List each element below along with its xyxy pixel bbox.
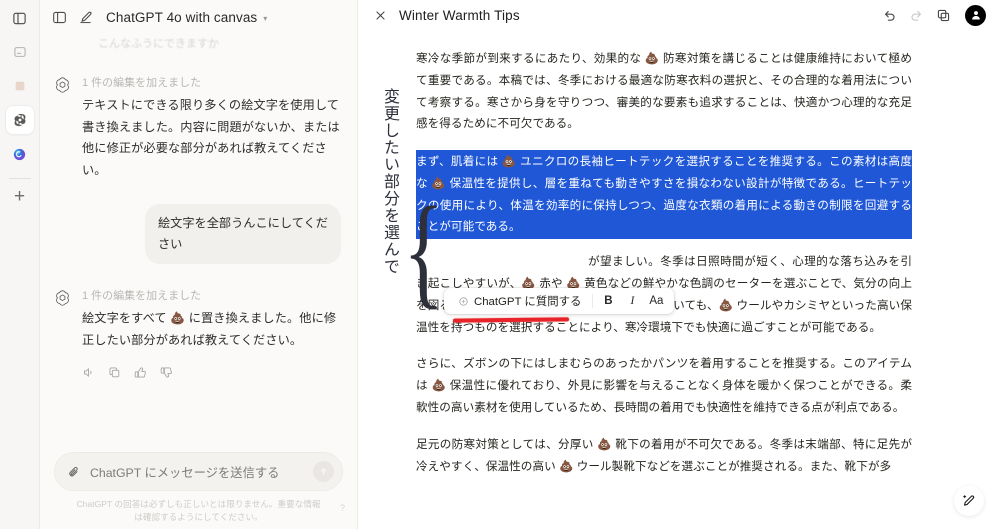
panel-icon[interactable] — [6, 4, 34, 32]
canvas-header: Winter Warmth Tips — [358, 0, 1000, 30]
font-size-button[interactable]: Aa — [644, 295, 668, 307]
note-icon[interactable] — [6, 38, 34, 66]
message-action-bar — [82, 366, 343, 379]
model-selector[interactable]: ChatGPT 4o with canvas ▾ — [106, 10, 267, 25]
sidebar-toggle-icon[interactable] — [52, 10, 67, 25]
user-message: 絵文字を全部うんこにしてください — [54, 203, 343, 264]
chat-message-list[interactable]: こんなふうにできますか 1 件の編集を加えました テキストにできる限り多くの絵文… — [40, 34, 357, 452]
new-chat-icon[interactable] — [78, 10, 93, 25]
rail-divider — [8, 178, 31, 179]
poo-emoji-icon: 💩 — [170, 310, 186, 325]
canvas-title: Winter Warmth Tips — [399, 7, 520, 23]
redo-icon[interactable] — [909, 8, 924, 23]
undo-icon[interactable] — [882, 8, 897, 23]
magic-pencil-icon[interactable] — [954, 486, 984, 516]
chatgpt-avatar-icon — [54, 76, 71, 93]
disclaimer-text: ChatGPT の回答は必ずしも正しいとは限りません。重要な情報は確認するように… — [76, 499, 321, 522]
toolbar-divider — [592, 294, 594, 308]
chatgpt-icon[interactable] — [5, 106, 34, 134]
thumbs-down-icon[interactable] — [160, 366, 173, 379]
assistant-message-text: テキストにできる限り多くの絵文字を使用して書き換えました。内容に問題がないか、ま… — [82, 98, 340, 178]
message-input[interactable]: ChatGPT にメッセージを送信する — [90, 463, 304, 481]
copilot-icon[interactable] — [6, 140, 34, 168]
add-icon[interactable]: + — [14, 187, 25, 206]
app-window: + ChatGPT 4o with canvas ▾ こんなふうにできますか 1… — [0, 0, 1000, 529]
copy-icon[interactable] — [936, 8, 951, 23]
user-message-bubble: 絵文字を全部うんこにしてください — [145, 203, 341, 264]
bold-button[interactable]: B — [596, 295, 620, 307]
copy-icon[interactable] — [108, 366, 121, 379]
assistant-message-body: 1 件の編集を加えました 絵文字をすべて 💩 に置き換えました。他に修正したい部… — [82, 287, 343, 379]
edit-note: 1 件の編集を加えました — [82, 289, 202, 302]
assistant-message: 1 件の編集を加えました テキストにできる限り多くの絵文字を使用して書き換えまし… — [54, 74, 343, 182]
ghost-message-line: こんなふうにできますか — [98, 38, 219, 50]
bottom-fade — [358, 515, 1000, 529]
app-rail: + — [0, 0, 40, 529]
document-paragraph[interactable]: さらに、ズボンの下にはしまむらのあったかパンツを着用することを推奨する。このアイ… — [416, 353, 912, 418]
chat-panel: ChatGPT 4o with canvas ▾ こんなふうにできますか 1 件… — [40, 0, 358, 529]
attach-icon[interactable] — [67, 465, 81, 479]
read-aloud-icon[interactable] — [82, 366, 95, 379]
chevron-down-icon: ▾ — [263, 13, 268, 23]
italic-button[interactable]: I — [620, 295, 644, 307]
handwritten-annotation: 変更したい部分を選んで — [381, 88, 398, 275]
sparkle-icon — [458, 296, 469, 307]
thumbs-up-icon[interactable] — [134, 366, 147, 379]
send-button[interactable] — [313, 461, 334, 483]
selection-toolbar[interactable]: ChatGPT に質問する B I Aa — [444, 288, 675, 314]
handwritten-brace: { — [403, 180, 445, 321]
assistant-message: 1 件の編集を加えました 絵文字をすべて 💩 に置き換えました。他に修正したい部… — [54, 287, 343, 379]
help-icon[interactable]: ? — [340, 503, 345, 513]
edit-note: 1 件の編集を加えました — [82, 77, 202, 89]
model-name-label: ChatGPT 4o with canvas — [106, 9, 258, 25]
assistant-text-before: 絵文字をすべて — [82, 310, 171, 325]
widget-icon[interactable] — [6, 72, 34, 100]
canvas-panel: Winter Warmth Tips 変更したい部分を選んで {寒冷な季節が到… — [358, 0, 1000, 529]
assistant-message-body: 1 件の編集を加えました テキストにできる限り多くの絵文字を使用して書き換えまし… — [82, 74, 343, 182]
composer-area: ChatGPT にメッセージを送信する ChatGPT の回答は必ずしも正しいと… — [40, 452, 357, 529]
assistant-message-text: 絵文字をすべて 💩 に置き換えました。他に修正したい部分があれば教えてください。 — [82, 308, 343, 351]
document-paragraph[interactable]: 足元の防寒対策としては、分厚い 💩 靴下の着用が不可欠である。冬季は末端部、特に… — [416, 434, 912, 478]
avatar[interactable] — [965, 4, 986, 26]
close-icon[interactable] — [374, 9, 387, 22]
ask-chatgpt-label: ChatGPT に質問する — [474, 296, 582, 308]
chatgpt-avatar-icon — [54, 289, 71, 306]
document-paragraph[interactable]: 寒冷な季節が到来するにあたり、効果的な 💩 防寒対策を講じることは健康維持におい… — [416, 48, 912, 135]
canvas-document[interactable]: 変更したい部分を選んで { 寒冷な季節が到来するにあたり、効果的な 💩 防寒対策… — [358, 30, 1000, 529]
selected-text-block[interactable]: まず、肌着には 💩 ユニクロの長袖ヒートテックを選択することを推奨する。この素材… — [416, 150, 912, 240]
ask-chatgpt-button[interactable]: ChatGPT に質問する — [450, 293, 589, 309]
message-composer[interactable]: ChatGPT にメッセージを送信する — [54, 452, 343, 492]
chat-toolbar: ChatGPT 4o with canvas ▾ — [40, 0, 357, 34]
document-paragraph-selected[interactable]: まず、肌着には 💩 ユニクロの長袖ヒートテックを選択することを推奨する。この素材… — [416, 150, 912, 240]
